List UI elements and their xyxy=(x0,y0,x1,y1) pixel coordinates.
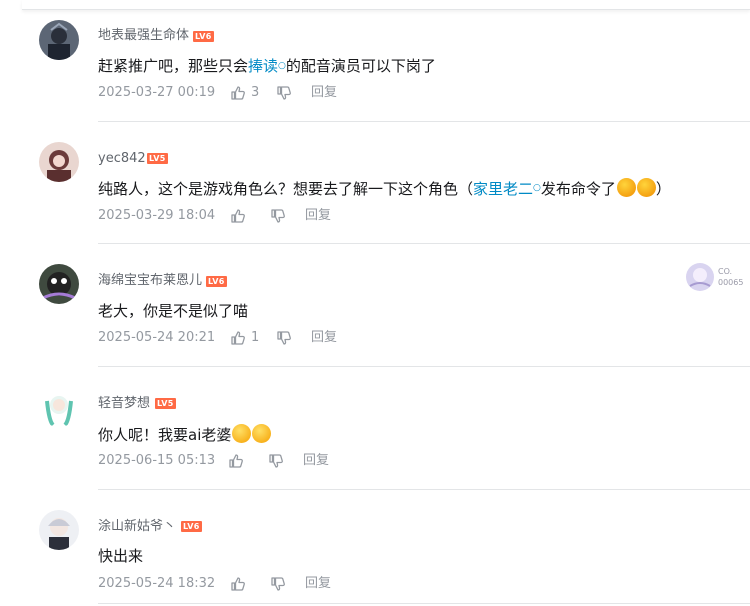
username[interactable]: 轻音梦想 xyxy=(98,396,150,412)
avatar[interactable] xyxy=(39,20,79,60)
comment-text: 的配音演员可以下岗了 xyxy=(285,57,436,75)
like-button[interactable] xyxy=(228,453,268,469)
thumb-down-icon xyxy=(271,577,285,591)
like-button[interactable]: 3 xyxy=(230,85,273,101)
thumb-down-icon xyxy=(271,209,285,223)
like-count: 1 xyxy=(251,330,260,345)
comment-content: 赶紧推广吧，那些只会捧读○的配音演员可以下岗了 xyxy=(98,56,436,76)
comment-divider xyxy=(98,243,750,244)
dislike-button[interactable] xyxy=(276,85,292,101)
comment-text: ） xyxy=(655,180,671,198)
level-badge: LV6 xyxy=(181,521,202,532)
like-count: 3 xyxy=(251,85,260,100)
comment-text: 赶紧推广吧，那些只会 xyxy=(98,57,249,75)
avatar[interactable] xyxy=(39,510,79,550)
card-number: 00065 xyxy=(718,278,743,287)
sad-emoji-icon xyxy=(232,424,252,443)
heart-eyes-emoji-icon xyxy=(616,178,636,197)
fan-card-decoration: CO. 00065 xyxy=(684,258,750,296)
reply-button[interactable]: 回复 xyxy=(311,330,337,346)
thumb-down-icon xyxy=(277,86,291,100)
heart-eyes-emoji-icon xyxy=(636,178,656,197)
search-icon[interactable]: ○ xyxy=(278,61,286,71)
comment-divider xyxy=(98,121,750,122)
comment-content: 纯路人，这个是游戏角色么？想要去了解一下这个角色（家里老二○发布命令了 ） xyxy=(98,178,671,199)
dislike-button[interactable] xyxy=(276,330,292,346)
like-button[interactable] xyxy=(230,576,270,592)
reply-button[interactable]: 回复 xyxy=(305,576,331,592)
thumb-up-icon xyxy=(231,86,245,100)
search-link[interactable]: 捧读 xyxy=(248,57,278,75)
thumb-down-icon xyxy=(277,331,291,345)
search-icon[interactable]: ○ xyxy=(533,183,541,193)
username[interactable]: yec842 xyxy=(98,151,146,167)
dislike-button[interactable] xyxy=(270,208,286,224)
comment-meta: 2025-03-29 18:04 回复 xyxy=(98,208,331,224)
comment-content: 老大，你是不是似了喵 xyxy=(98,302,249,320)
thumb-up-icon xyxy=(231,577,245,591)
like-button[interactable]: 1 xyxy=(230,330,276,346)
top-divider xyxy=(22,0,750,10)
level-badge: LV5 xyxy=(147,153,168,164)
level-badge: LV6 xyxy=(206,276,227,287)
thumb-up-icon xyxy=(231,331,245,345)
timestamp: 2025-06-15 05:13 xyxy=(98,453,216,468)
timestamp: 2025-03-29 18:04 xyxy=(98,208,216,223)
level-badge: LV5 xyxy=(155,398,176,409)
thumb-up-icon xyxy=(231,209,245,223)
reply-button[interactable]: 回复 xyxy=(303,453,329,469)
comment-meta: 2025-03-27 00:19 3 回复 xyxy=(98,85,337,101)
timestamp: 2025-05-24 20:21 xyxy=(98,330,216,345)
like-button[interactable] xyxy=(230,208,270,224)
reply-button[interactable]: 回复 xyxy=(311,85,337,101)
username[interactable]: 涂山新姑爷丶 xyxy=(98,519,176,535)
timestamp: 2025-03-27 00:19 xyxy=(98,85,216,100)
search-link[interactable]: 家里老二 xyxy=(473,180,533,198)
comment-meta: 2025-05-24 18:32 回复 xyxy=(98,576,331,592)
thumb-up-icon xyxy=(229,454,243,468)
timestamp: 2025-05-24 18:32 xyxy=(98,576,216,591)
avatar[interactable] xyxy=(39,264,79,304)
kiss-emoji-icon xyxy=(252,424,272,443)
username[interactable]: 海绵宝宝布莱恩儿 xyxy=(98,273,202,289)
card-text: CO. xyxy=(718,267,732,276)
comment-text: 你人呢！我要ai老婆 xyxy=(98,426,232,444)
comment-text: 纯路人，这个是游戏角色么？想要去了解一下这个角色（ xyxy=(98,180,474,198)
avatar[interactable] xyxy=(39,387,79,427)
comment-meta: 2025-05-24 20:21 1 回复 xyxy=(98,330,337,346)
dislike-button[interactable] xyxy=(270,576,286,592)
level-badge: LV6 xyxy=(193,31,214,42)
comment-divider xyxy=(98,603,750,604)
reply-button[interactable]: 回复 xyxy=(305,208,331,224)
username[interactable]: 地表最强生命体 xyxy=(98,28,189,44)
dislike-button[interactable] xyxy=(268,453,284,469)
comment-content: 快出来 xyxy=(98,547,144,565)
comment-meta: 2025-06-15 05:13 回复 xyxy=(98,453,329,469)
thumb-down-icon xyxy=(269,454,283,468)
avatar[interactable] xyxy=(39,142,79,182)
comment-divider xyxy=(98,489,750,490)
comment-text: 发布命令了 xyxy=(540,180,616,198)
comment-content: 你人呢！我要ai老婆 xyxy=(98,424,272,445)
comment-divider xyxy=(98,366,750,367)
